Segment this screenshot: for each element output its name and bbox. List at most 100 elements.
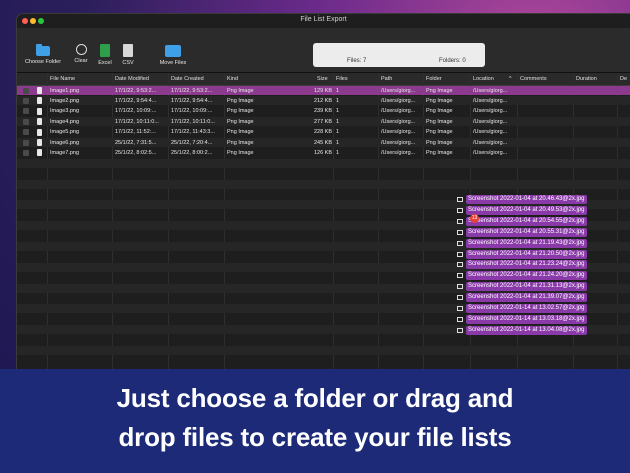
table-row[interactable]: Image4.png 17/1/22, 10:11:0... 17/1/22, 10… xyxy=(17,117,630,127)
cell-size: 129 KB xyxy=(313,87,332,94)
table-row[interactable]: Image6.png 25/1/22, 7:31:5... 25/1/22, 7:2… xyxy=(17,138,630,147)
cell-folder: Png Image xyxy=(426,118,453,125)
column-extra[interactable]: De xyxy=(620,76,627,82)
file-icon xyxy=(37,149,42,157)
column-location[interactable]: Location xyxy=(473,76,494,82)
table-row[interactable]: Image1.png 17/1/22, 9:53:2... 17/1/22, 9:5… xyxy=(17,86,630,95)
dragged-file-label: Screenshot 2022-01-14 at 13.04.08@2x.jpg xyxy=(466,325,587,335)
row-checkbox[interactable] xyxy=(23,97,29,104)
cell-modified: 17/1/22, 10:09:... xyxy=(115,108,157,115)
refresh-icon xyxy=(75,44,87,55)
cell-created: 17/1/22, 9:54:4... xyxy=(171,97,213,104)
cell-location: /Users/giorg... xyxy=(473,87,508,94)
file-icon xyxy=(37,118,42,126)
dragged-file-label: Screenshot 2022-01-04 at 21.31.13@2x.jpg xyxy=(466,282,587,292)
cell-kind: Png Image xyxy=(227,108,254,115)
cell-modified: 17/1/22, 10:11:0... xyxy=(115,118,159,125)
cell-name: Image7.png xyxy=(50,149,80,156)
empty-table-row xyxy=(17,356,630,365)
cell-created: 17/1/22, 10:11:0... xyxy=(171,118,215,125)
cell-modified: 17/1/22, 9:53:2... xyxy=(115,87,157,94)
cell-files: 1 xyxy=(336,139,340,146)
choose-folder-label: Choose Folder xyxy=(24,59,62,65)
dragged-file-label: Screenshot 2022-01-04 at 21.24.20@2x.jpg xyxy=(466,271,587,281)
csv-label: CSV xyxy=(122,60,134,66)
image-file-icon xyxy=(457,240,463,246)
column-comments[interactable]: Comments xyxy=(520,76,547,82)
dragged-file-label: Screenshot 2022-01-04 at 21.23.24@2x.jpg xyxy=(466,260,587,270)
row-checkbox[interactable] xyxy=(23,87,29,94)
cell-location: /Users/giorg... xyxy=(473,118,508,125)
clear-button[interactable]: Clear xyxy=(71,44,91,64)
move-files-button[interactable]: Move Files xyxy=(155,45,191,66)
cell-size: 228 KB xyxy=(313,129,332,136)
row-checkbox[interactable] xyxy=(23,118,29,125)
row-checkbox[interactable] xyxy=(23,108,29,115)
image-file-icon xyxy=(457,207,463,213)
column-date-created[interactable]: Date Created xyxy=(171,76,204,82)
cell-files: 1 xyxy=(336,108,340,115)
cell-name: Image5.png xyxy=(50,129,80,136)
file-icon xyxy=(37,139,42,146)
cell-files: 1 xyxy=(336,129,340,136)
cell-path: /Users/giorg... xyxy=(381,87,416,94)
dragged-file-label: Screenshot 2022-01-04 at 20.54.55@2x.jpg xyxy=(466,216,587,226)
cell-folder: Png Image xyxy=(426,129,453,136)
dragged-file-label: Screenshot 2022-01-04 at 20.46.43@2x.jpg xyxy=(466,195,587,204)
dragged-file-label: Screenshot 2022-01-14 at 13.02.57@2x.jpg xyxy=(466,304,587,313)
excel-icon xyxy=(100,44,110,57)
file-icon xyxy=(37,87,42,94)
cell-location: /Users/giorg... xyxy=(473,139,508,146)
cell-kind: Png Image xyxy=(227,118,254,125)
column-size[interactable]: Size xyxy=(317,76,328,82)
empty-table-row xyxy=(17,336,630,345)
csv-icon xyxy=(123,44,133,57)
cell-name: Image6.png xyxy=(50,139,80,146)
cell-created: 25/1/22, 8:00:2... xyxy=(171,149,213,156)
empty-table-row xyxy=(17,158,630,168)
column-date-modified[interactable]: Date Modified xyxy=(115,76,149,82)
banner-line-2: drop files to create your file lists xyxy=(118,422,512,452)
cell-path: /Users/giorg... xyxy=(381,118,416,125)
cell-path: /Users/giorg... xyxy=(381,129,416,136)
cell-kind: Png Image xyxy=(227,97,254,104)
table-row[interactable]: Image2.png 17/1/22, 9:54:4... 17/1/22, 9:5… xyxy=(17,96,630,106)
column-files[interactable]: Files xyxy=(336,76,348,82)
clear-label: Clear xyxy=(74,58,88,64)
cell-files: 1 xyxy=(336,118,340,125)
cell-path: /Users/giorg... xyxy=(381,139,416,146)
column-file-name[interactable]: File Name xyxy=(50,76,75,82)
csv-button[interactable]: CSV xyxy=(118,44,138,66)
row-checkbox[interactable] xyxy=(23,149,29,156)
choose-folder-button[interactable]: Choose Folder xyxy=(21,44,65,65)
table-row[interactable]: Image5.png 17/1/22, 11:52:... 17/1/22, 11:… xyxy=(17,128,630,137)
cell-modified: 17/1/22, 9:54:4... xyxy=(115,97,157,104)
move-files-icon xyxy=(165,45,181,57)
image-file-icon xyxy=(457,197,463,202)
dragged-file-label: Screenshot 2022-01-04 at 21.39.07@2x.jpg xyxy=(466,293,587,303)
cell-size: 212 KB xyxy=(313,97,332,104)
row-checkbox[interactable] xyxy=(23,129,29,136)
table-row[interactable]: Image3.png 17/1/22, 10:09:... 17/1/22, 10:… xyxy=(17,107,630,116)
cell-kind: Png Image xyxy=(227,139,254,146)
cell-name: Image4.png xyxy=(50,118,80,125)
cell-files: 1 xyxy=(336,87,340,94)
empty-table-row xyxy=(17,179,630,189)
column-duration[interactable]: Duration xyxy=(576,76,597,82)
row-checkbox[interactable] xyxy=(23,139,29,146)
cell-path: /Users/giorg... xyxy=(381,149,416,156)
drag-count-badge: 13 xyxy=(470,214,479,223)
cell-location: /Users/giorg... xyxy=(473,149,508,156)
column-kind[interactable]: Kind xyxy=(227,76,238,82)
image-file-icon xyxy=(457,218,463,224)
column-path[interactable]: Path xyxy=(381,76,392,82)
cell-kind: Png Image xyxy=(227,129,254,136)
image-file-icon xyxy=(457,295,463,301)
table-row[interactable]: Image7.png 25/1/22, 8:02:5... 25/1/22, 8:0… xyxy=(17,148,630,157)
column-folder[interactable]: Folder xyxy=(426,76,442,82)
cell-created: 17/1/22, 11:43:3... xyxy=(171,129,215,136)
folders-count: Folders: 0 xyxy=(439,58,466,64)
excel-button[interactable]: Excel xyxy=(95,44,115,66)
dragged-file-label: Screenshot 2022-01-14 at 13.03.18@2x.jpg xyxy=(466,314,587,324)
cell-size: 239 KB xyxy=(313,108,332,115)
